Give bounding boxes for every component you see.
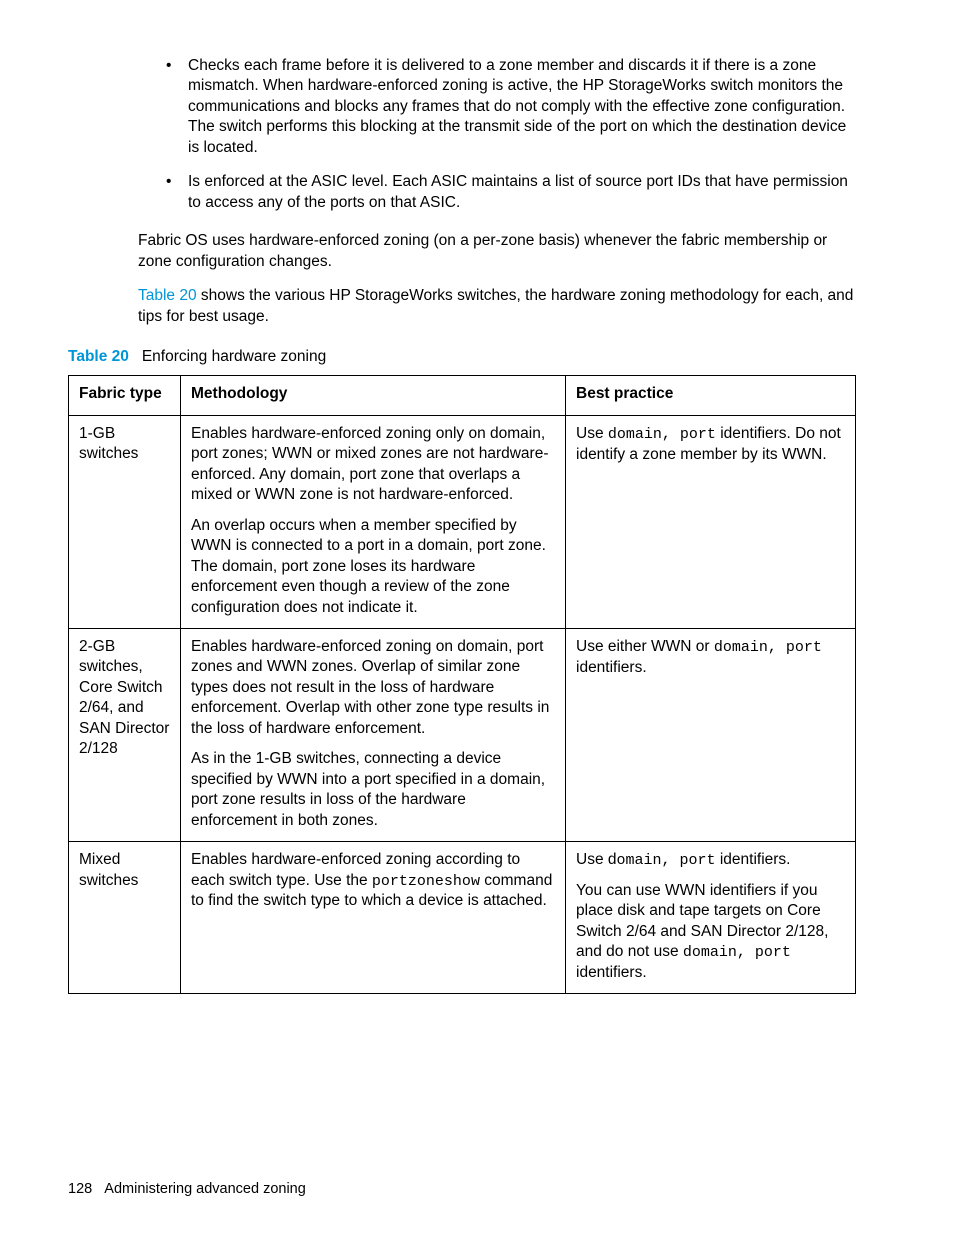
cell-fabric: Mixed switches [69,842,181,994]
table-caption-label: Table 20 [68,348,129,365]
bullet-item: Checks each frame before it is delivered… [166,56,856,158]
cell-paragraph: Use domain, port identifiers. [576,850,845,871]
cell-paragraph: Use either WWN or domain, port identifie… [576,637,845,678]
table-reference-link[interactable]: Table 20 [138,287,197,304]
footer-section-title: Administering advanced zoning [104,1181,306,1197]
col-header-fabric: Fabric type [69,376,181,415]
code-text: omain, port [617,852,716,869]
code-text: portzoneshow [372,873,480,890]
cell-paragraph: You can use WWN identifiers if you place… [576,881,845,984]
cell-paragraph: As in the 1-GB switches, connecting a de… [191,749,555,831]
cell-text: identifiers. [576,964,647,981]
cell-text: identifiers. [716,851,791,868]
document-page: Checks each frame before it is delivered… [0,0,954,1235]
cell-paragraph: Enables hardware-enforced zoning accordi… [191,850,555,912]
body-paragraph: Table 20 shows the various HP StorageWor… [68,286,856,327]
cell-method: Enables hardware-enforced zoning on doma… [181,628,566,841]
cell-text: identifiers. [576,659,647,676]
table-row: 2-GB switches, Core Switch 2/64, and SAN… [69,628,856,841]
zoning-table: Fabric type Methodology Best practice 1-… [68,375,856,994]
cell-paragraph: An overlap occurs when a member specifie… [191,516,555,618]
page-number: 128 [68,1181,92,1197]
table-caption-text: Enforcing hardware zoning [142,348,326,365]
cell-best: Use either WWN or domain, port identifie… [566,628,856,841]
cell-paragraph: Use domain, port identifiers. Do not ide… [576,424,845,465]
cell-text: Use d [576,851,617,868]
cell-paragraph: Enables hardware-enforced zoning on doma… [191,637,555,739]
cell-paragraph: Enables hardware-enforced zoning only on… [191,424,555,506]
code-text: domain, port [714,639,822,656]
bullet-list: Checks each frame before it is delivered… [68,56,856,213]
table-header-row: Fabric type Methodology Best practice [69,376,856,415]
code-text: domain, port [683,944,791,961]
cell-fabric: 2-GB switches, Core Switch 2/64, and SAN… [69,628,181,841]
cell-fabric: 1-GB switches [69,415,181,628]
code-text: domain, port [608,426,716,443]
col-header-method: Methodology [181,376,566,415]
cell-best: Use domain, port identifiers. You can us… [566,842,856,994]
col-header-best: Best practice [566,376,856,415]
cell-text: Use either WWN or [576,638,714,655]
table-row: 1-GB switches Enables hardware-enforced … [69,415,856,628]
body-paragraph: Fabric OS uses hardware-enforced zoning … [68,231,856,272]
page-footer: 128 Administering advanced zoning [68,1180,306,1199]
cell-method: Enables hardware-enforced zoning accordi… [181,842,566,994]
cell-method: Enables hardware-enforced zoning only on… [181,415,566,628]
bullet-item: Is enforced at the ASIC level. Each ASIC… [166,172,856,213]
cell-best: Use domain, port identifiers. Do not ide… [566,415,856,628]
cell-text: Use [576,425,608,442]
body-text: shows the various HP StorageWorks switch… [138,287,853,324]
table-caption: Table 20 Enforcing hardware zoning [68,347,856,367]
table-row: Mixed switches Enables hardware-enforced… [69,842,856,994]
